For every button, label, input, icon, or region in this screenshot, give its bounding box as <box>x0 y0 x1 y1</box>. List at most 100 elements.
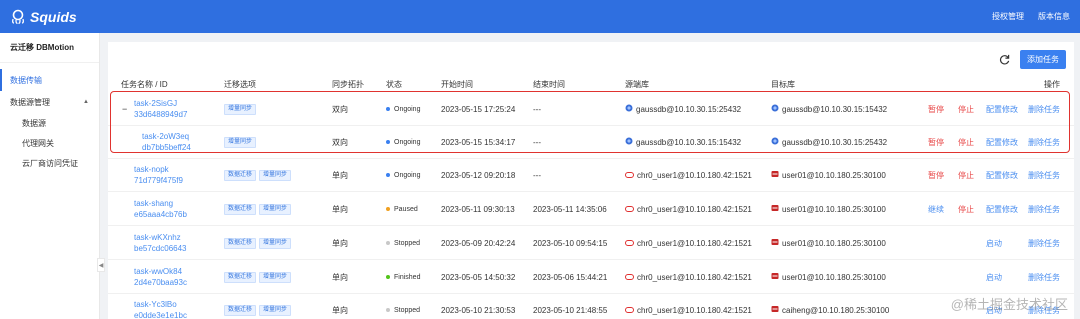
refresh-icon[interactable] <box>998 54 1010 66</box>
watermark: @稀土掘金技术社区 <box>951 294 1068 313</box>
col-header-actions: 操作 <box>1044 80 1060 89</box>
col-header-target-db: 目标库 <box>771 80 795 89</box>
target-db: gaussdb@10.10.30.15:25432 <box>782 137 888 147</box>
target-db: user01@10.10.180.25:30100 <box>782 170 886 180</box>
task-id-link[interactable]: be57cdc06643 <box>134 243 187 254</box>
topology-value: 单向 <box>332 204 348 214</box>
task-name-link[interactable]: task-Yc3lBo <box>134 299 177 310</box>
task-id-link[interactable]: 2d4e70baa93c <box>134 277 187 288</box>
source-db: chr0_user1@10.10.180.42:1521 <box>637 170 752 180</box>
status-badge: Paused <box>394 205 418 213</box>
task-name-link[interactable]: task-2oW3eq <box>142 131 189 142</box>
oracle-icon <box>625 273 634 282</box>
migration-option-tag: 增量同步 <box>259 271 292 283</box>
task-name-link[interactable]: task-wKXnhz <box>134 232 181 243</box>
task-id-link[interactable]: 33d6488949d7 <box>134 109 187 120</box>
delete-task-action[interactable]: 删除任务 <box>1028 104 1060 115</box>
task-id-link[interactable]: db7bb5beff24 <box>142 142 191 153</box>
pause-action[interactable]: 暂停 <box>928 137 944 148</box>
table-row[interactable]: task-wwOk84 2d4e70baa93c 数据迁移 增量同步 单向 Finis… <box>108 260 1074 294</box>
start-time: 2023-05-10 21:30:53 <box>441 305 516 315</box>
table-row[interactable]: task-nopk 71d779f475f9 数据迁移 增量同步 单向 Ongoing… <box>108 158 1074 192</box>
chevron-left-icon: ◀ <box>98 262 104 269</box>
app-name: Squids <box>30 8 77 25</box>
migration-option-tag: 增量同步 <box>259 203 292 215</box>
status-dot-icon <box>386 308 390 312</box>
task-name-link[interactable]: task-shang <box>134 198 173 209</box>
edit-config-action[interactable]: 配置修改 <box>986 170 1018 181</box>
stop-action[interactable]: 停止 <box>958 104 974 115</box>
end-time: --- <box>533 104 541 114</box>
edit-config-action[interactable]: 配置修改 <box>986 137 1018 148</box>
sidebar-title: 云迁移 DBMotion <box>0 33 99 63</box>
add-task-button[interactable]: 添加任务 <box>1020 50 1066 69</box>
table-row[interactable]: − task-2SisGJ 33d6488949d7 增量同步 双向 Ongoing… <box>108 92 1074 126</box>
database-icon <box>771 170 779 180</box>
sidebar-item-cloud-credentials[interactable]: 云厂商访问凭证 <box>0 153 99 173</box>
resume-action[interactable]: 继续 <box>928 204 944 215</box>
table-row[interactable]: task-Yc3lBo e0dde3e1e1bc 数据迁移 增量同步 单向 Stopp… <box>108 293 1074 319</box>
migration-option-tag: 增量同步 <box>259 304 292 316</box>
start-time: 2023-05-15 15:34:17 <box>441 137 516 147</box>
database-icon <box>771 305 779 315</box>
start-action[interactable]: 启动 <box>986 238 1002 249</box>
database-icon <box>771 204 779 214</box>
oracle-icon <box>625 171 634 180</box>
stop-action[interactable]: 停止 <box>958 204 974 215</box>
sidebar-collapse-handle[interactable]: ◀ <box>97 258 105 272</box>
col-header-source-db: 源端库 <box>625 80 649 89</box>
start-action[interactable]: 启动 <box>986 272 1002 283</box>
sidebar-item-label: 数据源 <box>22 118 46 128</box>
gaussdb-icon <box>625 104 633 114</box>
gaussdb-icon <box>625 137 633 147</box>
status-dot-icon <box>386 207 390 211</box>
status-dot-icon <box>386 140 390 144</box>
table-row[interactable]: task-2oW3eq db7bb5beff24 增量同步 双向 Ongoing 20… <box>108 125 1074 159</box>
octopus-logo-icon <box>10 9 26 25</box>
sidebar-item-proxy-gateway[interactable]: 代理网关 <box>0 133 99 153</box>
start-time: 2023-05-15 17:25:24 <box>441 104 516 114</box>
app-logo[interactable]: Squids <box>10 9 77 25</box>
pause-action[interactable]: 暂停 <box>928 170 944 181</box>
task-name-link[interactable]: task-wwOk84 <box>134 266 182 277</box>
oracle-icon <box>625 205 634 214</box>
start-time: 2023-05-05 14:50:32 <box>441 272 516 282</box>
delete-task-action[interactable]: 删除任务 <box>1028 137 1060 148</box>
delete-task-action[interactable]: 删除任务 <box>1028 204 1060 215</box>
delete-task-action[interactable]: 删除任务 <box>1028 272 1060 283</box>
edit-config-action[interactable]: 配置修改 <box>986 204 1018 215</box>
collapse-toggle-icon[interactable]: − <box>122 92 127 126</box>
task-name-link[interactable]: task-nopk <box>134 164 169 175</box>
target-db: caiheng@10.10.180.25:30100 <box>782 305 890 315</box>
task-name-link[interactable]: task-2SisGJ <box>134 98 177 109</box>
task-id-link[interactable]: e0dde3e1e1bc <box>134 310 187 319</box>
stop-action[interactable]: 停止 <box>958 170 974 181</box>
sidebar-group-datasource-management[interactable]: 数据源管理 ▲ <box>0 91 99 113</box>
table-row[interactable]: task-wKXnhz be57cdc06643 数据迁移 增量同步 单向 Stopp… <box>108 226 1074 260</box>
migration-option-tag: 数据迁移 <box>224 271 257 283</box>
source-db: gaussdb@10.10.30.15:25432 <box>636 104 742 114</box>
source-db: chr0_user1@10.10.180.42:1521 <box>637 305 752 315</box>
delete-task-action[interactable]: 删除任务 <box>1028 238 1060 249</box>
delete-task-action[interactable]: 删除任务 <box>1028 170 1060 181</box>
stop-action[interactable]: 停止 <box>958 137 974 148</box>
migration-option-tag: 数据迁移 <box>224 169 257 181</box>
end-time: 2023-05-10 09:54:15 <box>533 238 608 248</box>
table-row[interactable]: task-shang e65aaa4cb76b 数据迁移 增量同步 单向 Paused… <box>108 192 1074 226</box>
start-time: 2023-05-09 20:42:24 <box>441 238 516 248</box>
status-dot-icon <box>386 275 390 279</box>
task-id-link[interactable]: e65aaa4cb76b <box>134 209 187 220</box>
migration-option-tag: 数据迁移 <box>224 237 257 249</box>
sidebar: 云迁移 DBMotion 数据传输 数据源管理 ▲ 数据源 代理网关 云厂商访问… <box>0 33 100 319</box>
sidebar-item-datasource[interactable]: 数据源 <box>0 113 99 133</box>
migration-option-tag: 增量同步 <box>224 103 257 115</box>
edit-config-action[interactable]: 配置修改 <box>986 104 1018 115</box>
end-time: 2023-05-11 14:35:06 <box>533 204 607 214</box>
status-badge: Ongoing <box>394 171 421 179</box>
license-management-link[interactable]: 授权管理 <box>992 11 1024 22</box>
end-time: --- <box>533 170 541 180</box>
version-info-link[interactable]: 版本信息 <box>1038 11 1070 22</box>
task-id-link[interactable]: 71d779f475f9 <box>134 175 183 186</box>
sidebar-item-data-transfer[interactable]: 数据传输 <box>0 69 99 91</box>
pause-action[interactable]: 暂停 <box>928 104 944 115</box>
